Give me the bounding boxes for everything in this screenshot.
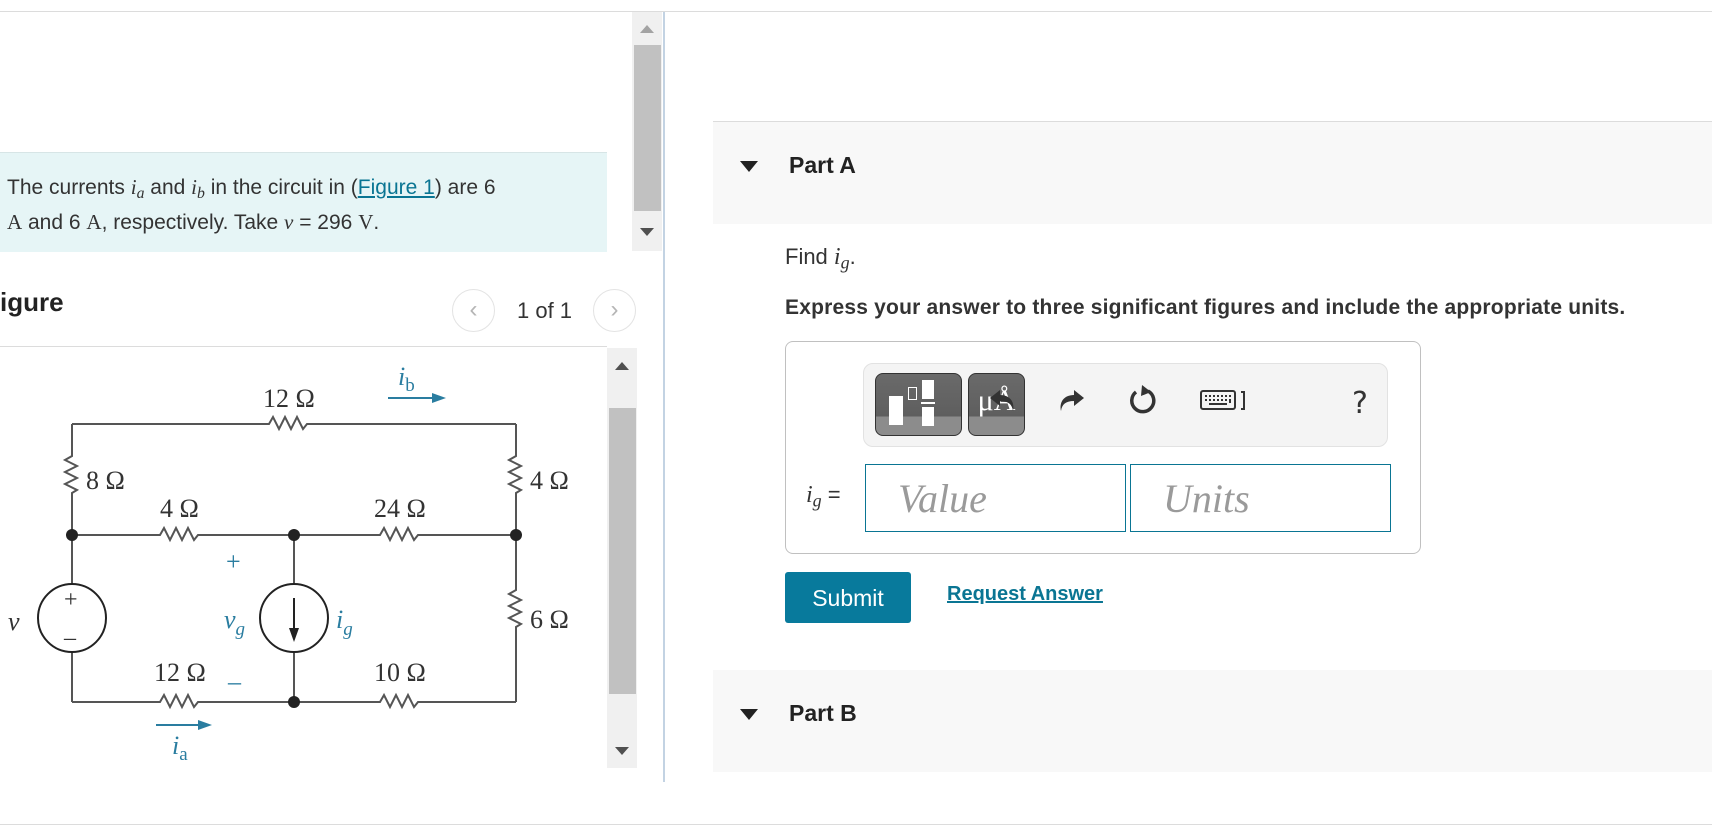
scroll-up-icon[interactable] — [615, 362, 629, 370]
units-input[interactable] — [1130, 464, 1391, 532]
problem-text: , respectively. Take — [101, 210, 285, 234]
reset-icon[interactable] — [1127, 384, 1159, 427]
top-border — [0, 11, 1712, 12]
problem-text: The currents — [7, 176, 131, 199]
label-v: v — [8, 607, 20, 636]
wire-right-upper — [506, 424, 524, 535]
part-b-title: Part B — [789, 700, 857, 726]
request-answer-link[interactable]: Request Answer — [947, 583, 1103, 606]
var-ib: ib — [191, 175, 205, 202]
bottom-border — [0, 824, 1712, 825]
unit-ampere: A — [86, 209, 102, 234]
node — [510, 529, 522, 541]
ib-arrowhead — [432, 393, 446, 403]
scroll-down-icon[interactable] — [640, 228, 654, 236]
part-b-header[interactable]: Part B — [713, 670, 1712, 772]
label-r-bottom-left: 12 Ω — [154, 658, 206, 687]
scrollbar-thumb[interactable] — [634, 45, 661, 211]
label-ib: ib — [398, 362, 415, 396]
problem-text: in the circuit in ( — [204, 176, 358, 199]
label-r-left: 8 Ω — [86, 466, 125, 495]
label-vg-plus: + — [226, 547, 241, 576]
part-a-title: Part A — [789, 152, 856, 178]
collapse-triangle-icon[interactable] — [740, 161, 758, 172]
figure-scrollbar[interactable] — [607, 348, 637, 768]
problem-text: ) are 6 — [434, 176, 496, 199]
source-plus: + — [64, 587, 78, 613]
label-r-mid-left: 4 Ω — [160, 494, 199, 523]
label-r-bottom-right: 10 Ω — [374, 658, 426, 687]
pager-label: 1 of 1 — [517, 298, 573, 323]
ia-arrowhead — [198, 720, 212, 730]
unit-ampere: A — [7, 209, 23, 234]
prev-figure-button[interactable]: ‹ — [452, 289, 495, 332]
value-input[interactable] — [865, 464, 1126, 532]
scroll-down-icon[interactable] — [615, 747, 629, 755]
math-toolbar: μÅ ? — [863, 363, 1388, 447]
scrollbar-thumb[interactable] — [609, 408, 636, 694]
scroll-up-icon[interactable] — [640, 25, 654, 33]
pane-divider[interactable] — [663, 12, 665, 782]
keyboard-icon[interactable] — [1199, 384, 1249, 425]
node — [288, 529, 300, 541]
chevron-right-icon: › — [610, 296, 619, 323]
label-r-top: 12 Ω — [263, 384, 315, 413]
answer-instructions: Express your answer to three significant… — [785, 296, 1626, 319]
wire-right-lower — [506, 535, 524, 702]
submit-button[interactable]: Submit — [785, 572, 911, 623]
answer-label: ig = — [806, 482, 841, 511]
label-ig: ig — [336, 605, 353, 640]
node — [66, 529, 78, 541]
problem-scrollbar[interactable] — [632, 12, 662, 251]
label-r-mid-right: 24 Ω — [374, 494, 426, 523]
node — [288, 696, 300, 708]
collapse-triangle-icon[interactable] — [740, 709, 758, 720]
label-vg: vg — [224, 605, 245, 640]
help-button[interactable]: ? — [1352, 384, 1368, 424]
wire-top — [72, 414, 516, 432]
source-minus: – — [63, 625, 77, 651]
problem-statement: The currents ia and ib in the circuit in… — [7, 173, 597, 237]
label-ia: ia — [172, 731, 188, 765]
problem-text: . — [373, 210, 380, 234]
problem-text: and 6 — [22, 210, 87, 234]
question-prompt: Find ig. — [785, 244, 856, 273]
redo-icon[interactable] — [1056, 384, 1086, 425]
unit-volt: V — [358, 209, 374, 234]
figure-1-link[interactable]: Figure 1 — [358, 176, 435, 199]
part-a-header[interactable]: Part A — [713, 122, 1712, 224]
chevron-left-icon: ‹ — [469, 296, 478, 323]
wire-left-upper — [62, 424, 80, 535]
templates-button[interactable] — [875, 373, 962, 436]
next-figure-button[interactable]: › — [593, 289, 636, 332]
var-ia: ia — [130, 175, 145, 202]
label-vg-minus: – — [227, 667, 242, 696]
problem-text: = 296 — [293, 210, 359, 234]
label-r-right-bottom: 6 Ω — [530, 605, 569, 634]
problem-text: and — [144, 176, 192, 199]
figure-top-border — [0, 346, 607, 347]
figure-title: igure — [0, 287, 64, 317]
circuit-diagram: + – 12 Ω 8 Ω 4 Ω 24 Ω 4 Ω 6 Ω 12 Ω 10 Ω … — [8, 362, 569, 765]
undo-icon[interactable] — [988, 384, 1018, 425]
label-r-right-top: 4 Ω — [530, 466, 569, 495]
var-v: v — [284, 209, 294, 234]
